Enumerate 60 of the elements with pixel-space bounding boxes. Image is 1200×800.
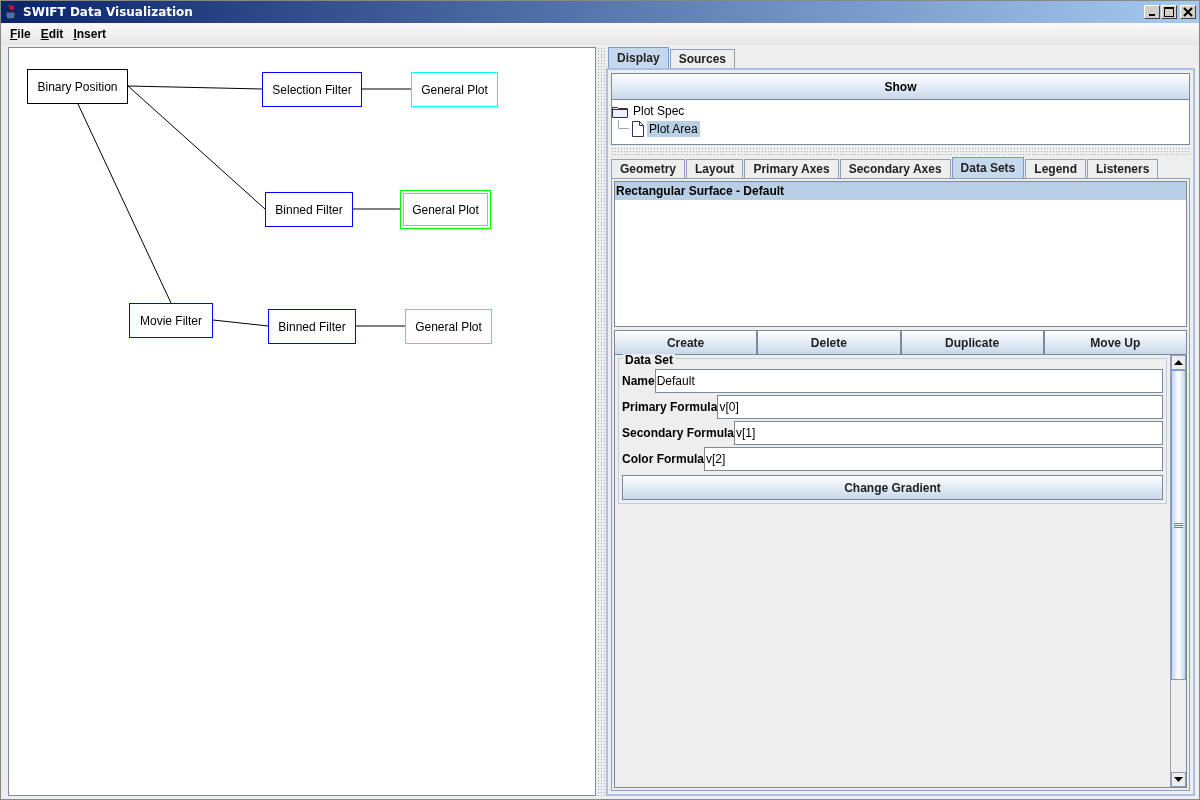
- tab[interactable]: Primary Axes: [744, 159, 839, 178]
- filter-node[interactable]: Binned Filter: [265, 192, 353, 227]
- filter-node[interactable]: General Plot: [400, 190, 491, 229]
- tab[interactable]: Data Sets: [951, 157, 1025, 178]
- window-title: SWIFT Data Visualization: [23, 5, 193, 19]
- input-field[interactable]: v[1]: [734, 421, 1163, 445]
- coffee-cup-icon: [4, 4, 18, 20]
- action-button[interactable]: Delete: [757, 330, 901, 355]
- filter-node[interactable]: Binary Position: [27, 69, 128, 104]
- action-button[interactable]: Duplicate: [900, 330, 1044, 355]
- tree-item[interactable]: Plot Area: [647, 121, 700, 137]
- menu-item[interactable]: File: [5, 27, 36, 41]
- input-field[interactable]: v[0]: [717, 395, 1163, 419]
- tab[interactable]: Sources: [669, 49, 736, 68]
- filter-node[interactable]: General Plot: [411, 72, 498, 107]
- filter-node[interactable]: Movie Filter: [129, 303, 213, 338]
- change-gradient-button[interactable]: Change Gradient: [622, 475, 1163, 500]
- close-button[interactable]: [1180, 5, 1196, 19]
- list-item[interactable]: Rectangular Surface - Default: [615, 182, 1186, 200]
- input-field[interactable]: v[2]: [704, 447, 1163, 471]
- field-label: Secondary Formula: [622, 426, 735, 440]
- menu-item[interactable]: Edit: [35, 27, 69, 41]
- filter-node[interactable]: Selection Filter: [262, 72, 362, 107]
- tab[interactable]: Geometry: [611, 159, 686, 178]
- scroll-up-button[interactable]: [1171, 355, 1186, 370]
- filter-node[interactable]: Binned Filter: [268, 309, 356, 344]
- grip-icon: [1174, 522, 1183, 528]
- filter-node[interactable]: General Plot: [405, 309, 492, 344]
- action-button[interactable]: Move Up: [1043, 330, 1187, 355]
- tab[interactable]: Secondary Axes: [839, 159, 951, 178]
- field-label: Name: [622, 374, 655, 388]
- connector-line: [361, 88, 412, 90]
- down-arrow-icon: [1174, 777, 1183, 782]
- minimize-button[interactable]: [1144, 5, 1160, 19]
- folder-icon: [612, 104, 628, 118]
- minimize-icon: [1149, 14, 1155, 16]
- show-button[interactable]: Show: [611, 73, 1190, 100]
- input-field[interactable]: Default: [654, 369, 1163, 393]
- scrollbar-thumb[interactable]: [1171, 370, 1186, 680]
- maximize-icon: [1164, 7, 1174, 17]
- connector-line: [355, 325, 406, 327]
- scroll-down-button[interactable]: [1171, 772, 1186, 787]
- tab[interactable]: Display: [608, 47, 669, 68]
- scrollbar[interactable]: [1170, 355, 1186, 787]
- document-icon: [632, 121, 644, 137]
- connector-line: [352, 208, 401, 210]
- tree-item[interactable]: Plot Spec: [631, 103, 687, 119]
- up-arrow-icon: [1174, 360, 1183, 365]
- group-title: Data Set: [623, 354, 676, 366]
- close-icon: [1183, 7, 1193, 17]
- tab[interactable]: Legend: [1025, 159, 1086, 178]
- connector-line: [212, 319, 269, 327]
- action-button[interactable]: Create: [614, 330, 758, 355]
- tab[interactable]: Layout: [686, 159, 744, 178]
- maximize-button[interactable]: [1161, 5, 1177, 19]
- tab[interactable]: Listeners: [1086, 159, 1159, 178]
- field-label: Primary Formula: [622, 400, 718, 414]
- field-label: Color Formula: [622, 452, 704, 466]
- tree-line-icon: [618, 120, 629, 129]
- menu-item[interactable]: Insert: [68, 27, 112, 41]
